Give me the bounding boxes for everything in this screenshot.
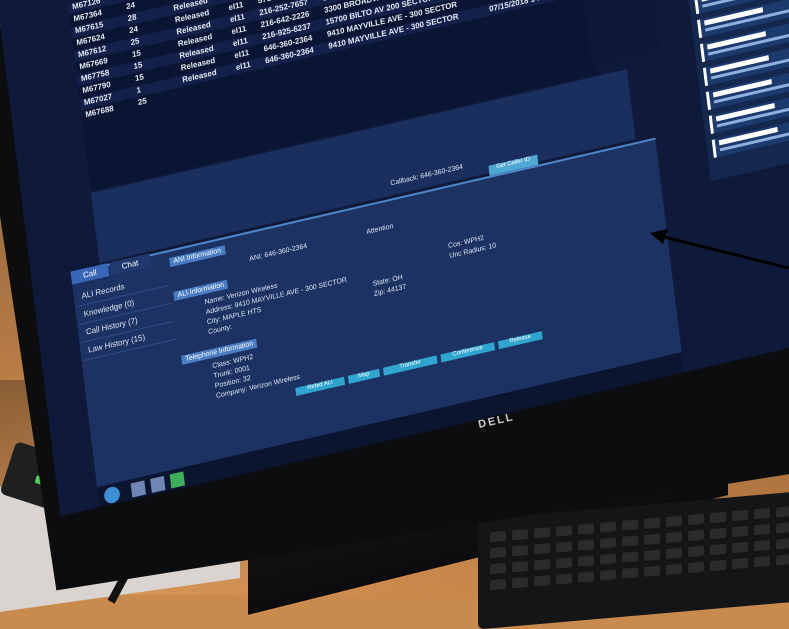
annotation-arrow bbox=[0, 0, 789, 595]
arrow-head bbox=[650, 229, 668, 244]
arrow-shaft bbox=[660, 236, 789, 268]
